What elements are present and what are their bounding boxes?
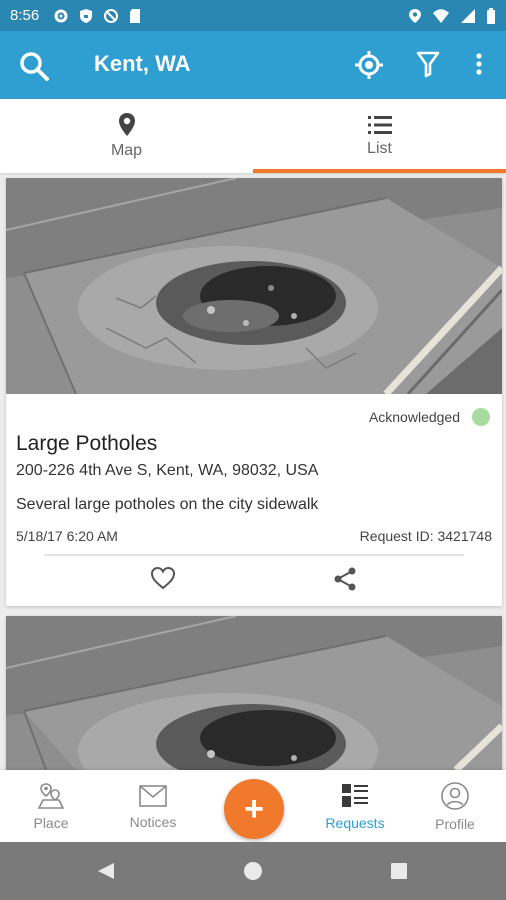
- home-icon[interactable]: [243, 861, 263, 881]
- nav-notices[interactable]: Notices: [108, 770, 198, 842]
- card-divider: [44, 554, 464, 556]
- pothole-photo: [6, 616, 502, 770]
- location-title[interactable]: Kent, WA: [94, 51, 191, 77]
- profile-icon: [441, 781, 469, 810]
- heart-icon: [150, 566, 176, 590]
- request-card[interactable]: [6, 616, 502, 770]
- filter-icon: [416, 51, 440, 78]
- like-button[interactable]: [150, 566, 176, 595]
- locate-button[interactable]: [354, 50, 384, 85]
- request-card[interactable]: Acknowledged Large Potholes 200-226 4th …: [6, 178, 502, 606]
- request-address: 200-226 4th Ave S, Kent, WA, 98032, USA: [16, 462, 319, 479]
- nav-place[interactable]: Place: [6, 770, 96, 842]
- crosshair-icon: [355, 51, 383, 79]
- notices-icon: [139, 784, 167, 807]
- pothole-photo: [6, 178, 502, 394]
- tab-list-label: List: [367, 140, 392, 157]
- nav-requests[interactable]: Requests: [310, 770, 400, 842]
- requests-icon: [342, 783, 368, 807]
- status-time: 8:56: [10, 7, 40, 24]
- location-status-icon: [409, 8, 421, 23]
- sd-card-icon: [130, 8, 141, 23]
- status-bar: 8:56: [0, 0, 506, 31]
- request-id: Request ID: 3421748: [359, 528, 492, 544]
- cell-signal-icon: [461, 8, 475, 23]
- filter-button[interactable]: [416, 50, 440, 83]
- more-vert-icon: [476, 53, 482, 75]
- nav-requests-label: Requests: [325, 814, 385, 831]
- tab-list[interactable]: List: [253, 99, 506, 173]
- add-icon: +: [244, 789, 264, 828]
- more-options-button[interactable]: [470, 50, 488, 83]
- settings-icon: [54, 9, 68, 22]
- tab-map[interactable]: Map: [0, 99, 253, 173]
- view-tabs: Map List: [0, 99, 506, 173]
- no-sync-icon: [104, 8, 119, 23]
- shield-icon: [80, 8, 93, 23]
- request-description: Several large potholes on the city sidew…: [16, 496, 319, 513]
- search-button[interactable]: [18, 50, 50, 87]
- system-navigation-bar: [0, 842, 506, 900]
- search-icon: [20, 52, 49, 81]
- nav-place-label: Place: [33, 814, 69, 831]
- list-icon: [367, 116, 392, 134]
- status-dot: [472, 408, 490, 426]
- place-icon: [37, 782, 65, 809]
- share-button[interactable]: [332, 566, 358, 597]
- nav-notices-label: Notices: [129, 813, 177, 830]
- battery-icon: [487, 7, 495, 24]
- tab-map-label: Map: [110, 142, 143, 159]
- add-request-button[interactable]: +: [224, 779, 284, 839]
- status-text: Acknowledged: [368, 409, 460, 425]
- status-indicator: Acknowledged: [369, 408, 490, 426]
- map-pin-icon: [118, 113, 135, 136]
- nav-profile-label: Profile: [435, 815, 475, 832]
- back-icon[interactable]: [96, 861, 116, 881]
- nav-profile[interactable]: Profile: [410, 770, 500, 842]
- wifi-icon: [433, 8, 449, 23]
- request-date: 5/18/17 6:20 AM: [16, 528, 118, 544]
- request-title: Large Potholes: [16, 432, 158, 455]
- app-bar: Kent, WA: [0, 31, 506, 99]
- recents-icon[interactable]: [390, 862, 408, 880]
- share-icon: [334, 567, 356, 591]
